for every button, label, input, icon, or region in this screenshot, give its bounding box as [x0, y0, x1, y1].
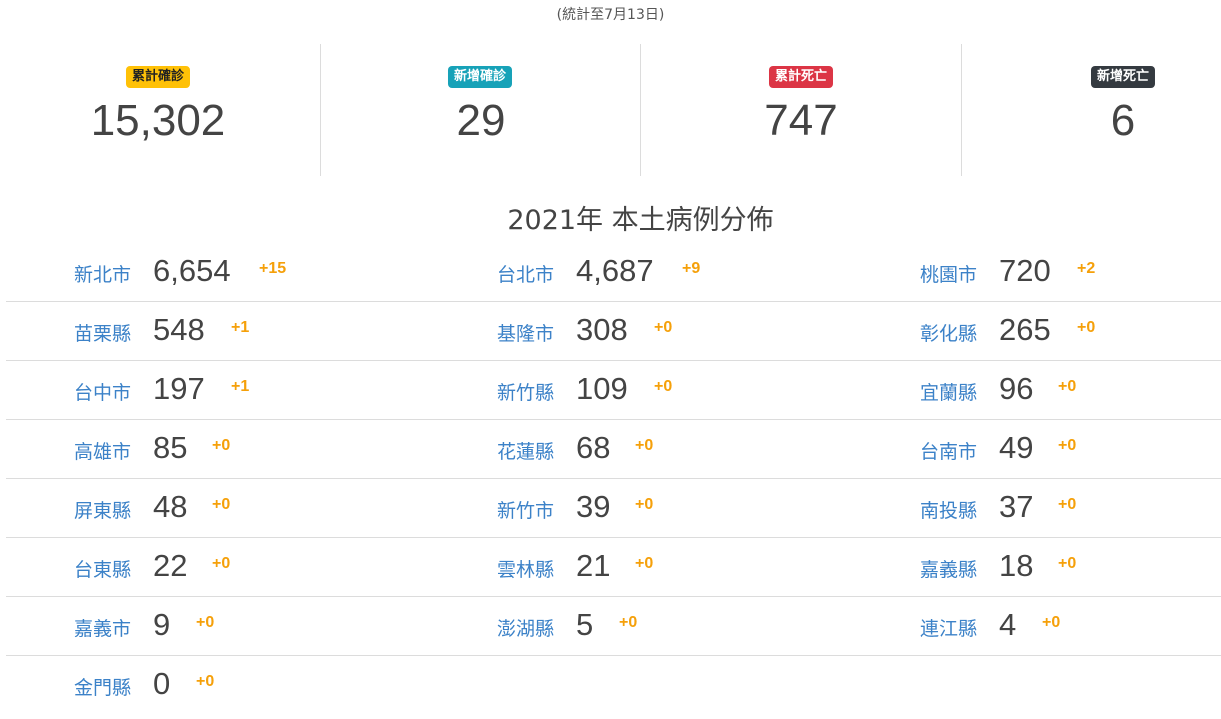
city-case-count: 4,687: [576, 253, 654, 288]
stat-value-total-deaths: 747: [764, 96, 838, 145]
city-daily-increment: +0: [196, 673, 215, 690]
city-row: 台中市 197 +1 新竹縣 109 +0 宜蘭縣 96 +0: [6, 361, 1221, 420]
city-name-link[interactable]: 花蓮縣: [497, 437, 554, 464]
stat-value-new-confirmed: 29: [456, 96, 506, 145]
city-daily-increment: +0: [1042, 614, 1061, 631]
city-distribution-grid: 新北市 6,654 +15 台北市 4,687 +9 桃園市 720 +2 苗栗縣 548 +1 基隆市…: [6, 243, 1221, 714]
section-title: 2021年 本土病例分佈: [507, 205, 774, 236]
city-case-count: 39: [576, 489, 611, 524]
summary-stats: 累計確診 15,302 新增確診 29 累計死亡 747 新增死亡 6: [0, 44, 1221, 176]
stat-badge-new-deaths: 新增死亡: [1090, 66, 1156, 88]
city-daily-increment: +0: [654, 319, 673, 336]
city-daily-increment: +0: [1077, 319, 1096, 336]
city-row: 高雄市 85 +0 花蓮縣 68 +0 台南市 49 +0: [6, 420, 1221, 479]
city-case-count: 21: [576, 548, 611, 583]
city-daily-increment: +15: [259, 260, 287, 277]
city-name-link[interactable]: 宜蘭縣: [920, 378, 977, 405]
city-row: 台東縣 22 +0 雲林縣 21 +0 嘉義縣 18 +0: [6, 538, 1221, 597]
city-name-link[interactable]: 新竹縣: [497, 378, 554, 405]
city-row: 屏東縣 48 +0 新竹市 39 +0 南投縣 37 +0: [6, 479, 1221, 538]
city-case-count: 22: [153, 548, 188, 583]
city-case-count: 109: [576, 371, 628, 406]
city-daily-increment: +0: [1058, 378, 1077, 395]
city-row: 金門縣 0 +0: [6, 656, 1221, 714]
city-case-count: 0: [153, 666, 171, 701]
city-name-link[interactable]: 南投縣: [920, 496, 977, 523]
city-case-count: 5: [576, 607, 594, 642]
city-daily-increment: +0: [212, 496, 231, 513]
city-daily-increment: +1: [231, 319, 250, 336]
city-name-link[interactable]: 嘉義縣: [920, 555, 977, 582]
city-case-count: 4: [999, 607, 1017, 642]
city-name-link[interactable]: 新竹市: [497, 496, 554, 523]
city-name-link[interactable]: 台東縣: [74, 555, 131, 582]
city-name-link[interactable]: 澎湖縣: [497, 614, 554, 641]
stat-value-new-deaths: 6: [1110, 96, 1136, 145]
city-daily-increment: +0: [1058, 555, 1077, 572]
city-daily-increment: +0: [1058, 437, 1077, 454]
stat-value-total-confirmed: 15,302: [90, 96, 226, 145]
city-case-count: 96: [999, 371, 1034, 406]
stat-badge-total-deaths: 累計死亡: [768, 66, 834, 88]
city-name-link[interactable]: 屏東縣: [74, 496, 131, 523]
city-case-count: 548: [153, 312, 205, 347]
city-row: 嘉義市 9 +0 澎湖縣 5 +0 連江縣 4 +0: [6, 597, 1221, 656]
city-name-link[interactable]: 新北市: [74, 260, 131, 287]
city-case-count: 6,654: [153, 253, 231, 288]
city-name-link[interactable]: 桃園市: [920, 260, 977, 287]
city-case-count: 37: [999, 489, 1034, 524]
stats-date-note: (統計至7月13日): [556, 7, 665, 23]
city-daily-increment: +0: [635, 437, 654, 454]
stat-new-deaths: 新增死亡 6: [961, 44, 1221, 176]
city-case-count: 308: [576, 312, 628, 347]
city-name-link[interactable]: 嘉義市: [74, 614, 131, 641]
city-case-count: 9: [153, 607, 171, 642]
city-name-link[interactable]: 高雄市: [74, 437, 131, 464]
city-case-count: 18: [999, 548, 1034, 583]
city-daily-increment: +0: [212, 555, 231, 572]
city-case-count: 68: [576, 430, 611, 465]
city-daily-increment: +0: [635, 555, 654, 572]
city-name-link[interactable]: 台北市: [497, 260, 554, 287]
city-case-count: 265: [999, 312, 1051, 347]
city-name-link[interactable]: 苗栗縣: [74, 319, 131, 346]
city-daily-increment: +0: [212, 437, 231, 454]
stat-badge-total-confirmed: 累計確診: [125, 66, 191, 88]
stat-badge-new-confirmed: 新增確診: [447, 66, 513, 88]
city-case-count: 49: [999, 430, 1034, 465]
city-name-link[interactable]: 金門縣: [74, 673, 131, 700]
city-daily-increment: +0: [619, 614, 638, 631]
city-daily-increment: +0: [635, 496, 654, 513]
city-case-count: 197: [153, 371, 205, 406]
city-name-link[interactable]: 台中市: [74, 378, 131, 405]
city-daily-increment: +0: [1058, 496, 1077, 513]
city-name-link[interactable]: 基隆市: [497, 319, 554, 346]
city-daily-increment: +1: [231, 378, 250, 395]
city-name-link[interactable]: 彰化縣: [920, 319, 977, 346]
city-case-count: 48: [153, 489, 188, 524]
city-name-link[interactable]: 雲林縣: [497, 555, 554, 582]
city-row: 新北市 6,654 +15 台北市 4,687 +9 桃園市 720 +2: [6, 243, 1221, 302]
city-daily-increment: +2: [1077, 260, 1096, 277]
city-daily-increment: +9: [682, 260, 701, 277]
city-row: 苗栗縣 548 +1 基隆市 308 +0 彰化縣 265 +0: [6, 302, 1221, 361]
stat-total-deaths: 累計死亡 747: [640, 44, 961, 176]
city-daily-increment: +0: [654, 378, 673, 395]
city-case-count: 720: [999, 253, 1051, 288]
stat-new-confirmed: 新增確診 29: [320, 44, 641, 176]
city-name-link[interactable]: 台南市: [920, 437, 977, 464]
city-name-link[interactable]: 連江縣: [920, 614, 977, 641]
stat-total-confirmed: 累計確診 15,302: [0, 44, 320, 176]
city-case-count: 85: [153, 430, 188, 465]
city-daily-increment: +0: [196, 614, 215, 631]
